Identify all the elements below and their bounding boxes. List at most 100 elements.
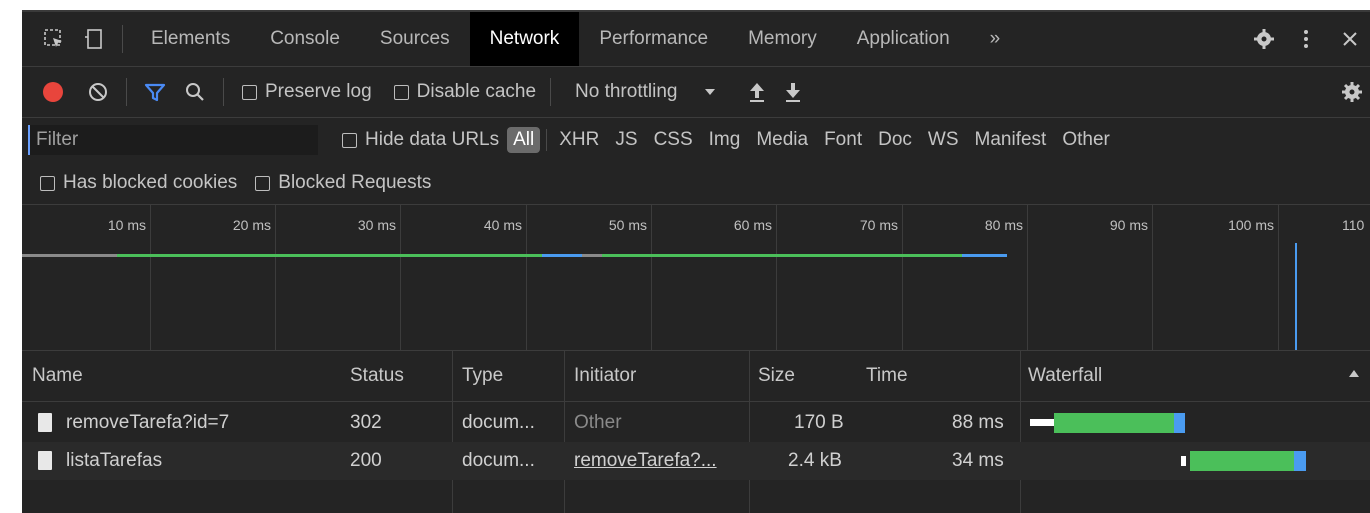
overview-bar-download-1 (542, 254, 582, 257)
timeline-tick: 10 ms (107, 217, 146, 233)
request-table: Name Status Type Initiator Size Time Wat… (22, 351, 1370, 513)
search-icon[interactable] (175, 81, 215, 103)
record-button[interactable] (38, 81, 68, 103)
blocked-requests-label: Blocked Requests (278, 172, 432, 193)
type-filter-js[interactable]: JS (609, 127, 643, 153)
type-filter-media[interactable]: Media (750, 127, 814, 153)
type-filter-all[interactable]: All (507, 127, 541, 153)
timeline-tick: 60 ms (733, 217, 772, 233)
network-settings-gear-icon[interactable] (1334, 81, 1370, 103)
timeline-tick: 40 ms (483, 217, 522, 233)
devtools-tabbar: Elements Console Sources Network Perform… (22, 12, 1370, 67)
hide-data-urls-label: Hide data URLs (365, 129, 500, 150)
inspect-element-icon[interactable] (34, 28, 74, 50)
document-icon (38, 451, 52, 470)
row-name: listaTarefas (66, 450, 163, 471)
sort-ascending-icon[interactable] (1348, 368, 1360, 378)
timeline-overview[interactable]: 10 ms 20 ms 30 ms 40 ms 50 ms 60 ms 70 m… (22, 205, 1370, 351)
tab-memory[interactable]: Memory (728, 12, 837, 66)
import-har-icon[interactable] (739, 81, 775, 103)
kebab-menu-icon[interactable] (1282, 28, 1330, 50)
overview-bar-request-2 (602, 254, 962, 257)
waterfall-download-bar (1174, 413, 1185, 433)
timeline-tick: 90 ms (1109, 217, 1148, 233)
export-har-icon[interactable] (775, 81, 811, 103)
tab-sources[interactable]: Sources (360, 12, 470, 66)
tab-elements[interactable]: Elements (131, 12, 250, 66)
timeline-gridline (400, 205, 401, 350)
waterfall-queue-bar (1181, 456, 1186, 466)
type-filter-font[interactable]: Font (818, 127, 868, 153)
timeline-gridline (651, 205, 652, 350)
waterfall-ttfb-bar (1054, 413, 1174, 433)
devtools-panel: Elements Console Sources Network Perform… (22, 10, 1370, 513)
row-initiator-link[interactable]: removeTarefa?... (574, 450, 717, 472)
throttling-select[interactable]: No throttling (575, 81, 677, 103)
cookie-filter-bar: Has blocked cookies Blocked Requests (22, 162, 1370, 205)
timeline-tick: 110 (1342, 217, 1365, 233)
filter-input[interactable] (28, 125, 318, 155)
row-time: 34 ms (952, 450, 1004, 471)
tab-list: Elements Console Sources Network Perform… (131, 12, 1020, 66)
row-size: 2.4 kB (788, 450, 842, 471)
type-separator (546, 129, 548, 151)
column-header-initiator[interactable]: Initiator (574, 365, 636, 387)
blocked-requests-checkbox[interactable] (255, 175, 271, 191)
type-filter-img[interactable]: Img (703, 127, 747, 153)
tab-performance[interactable]: Performance (579, 12, 728, 66)
timeline-gridline (1027, 205, 1028, 350)
waterfall-download-bar (1294, 451, 1306, 471)
toolbar-separator (126, 78, 127, 106)
chevron-down-icon[interactable] (695, 88, 725, 96)
preserve-log-label: Preserve log (265, 81, 372, 102)
network-toolbar: Preserve log Disable cache No throttling (22, 67, 1370, 118)
tab-console[interactable]: Console (250, 12, 360, 66)
tab-network[interactable]: Network (469, 12, 580, 66)
type-filter-manifest[interactable]: Manifest (969, 127, 1053, 153)
type-filter-css[interactable]: CSS (648, 127, 699, 153)
overview-bar-request-1 (117, 254, 542, 257)
type-filter-xhr[interactable]: XHR (553, 127, 605, 153)
type-filter-ws[interactable]: WS (922, 127, 965, 153)
timeline-gridline (902, 205, 903, 350)
timeline-gridline (776, 205, 777, 350)
column-header-size[interactable]: Size (758, 365, 795, 387)
tab-application[interactable]: Application (837, 12, 970, 66)
disable-cache-checkbox[interactable] (393, 84, 409, 100)
table-row[interactable]: listaTarefas 200 docum... removeTarefa?.… (22, 442, 1370, 480)
preserve-log-checkbox[interactable] (242, 84, 257, 100)
hide-data-urls-checkbox[interactable] (342, 132, 357, 148)
settings-gear-icon[interactable] (1246, 28, 1282, 50)
timeline-tick: 50 ms (608, 217, 647, 233)
timeline-tick: 80 ms (984, 217, 1023, 233)
column-header-waterfall[interactable]: Waterfall (1028, 365, 1102, 387)
timeline-tick: 70 ms (859, 217, 898, 233)
toolbar-separator-2 (223, 78, 224, 106)
clear-icon[interactable] (78, 81, 118, 103)
row-status: 200 (350, 450, 382, 471)
waterfall-ttfb-bar (1190, 451, 1294, 471)
filter-bar: Hide data URLs All XHR JS CSS Img Media … (22, 118, 1370, 162)
filter-funnel-icon[interactable] (135, 81, 175, 103)
timeline-gridline (1278, 205, 1279, 350)
toolbar-separator-3 (550, 78, 552, 106)
column-header-name[interactable]: Name (32, 365, 83, 387)
device-toolbar-icon[interactable] (74, 28, 114, 50)
column-header-type[interactable]: Type (462, 365, 503, 387)
overview-bar-waiting-2 (582, 254, 602, 257)
more-tabs-button[interactable]: » (970, 12, 1021, 66)
table-header: Name Status Type Initiator Size Time Wat… (22, 351, 1370, 402)
timeline-tick: 30 ms (357, 217, 396, 233)
timeline-gridline (150, 205, 151, 350)
column-header-time[interactable]: Time (866, 365, 908, 387)
column-header-status[interactable]: Status (350, 365, 404, 387)
close-icon[interactable] (1330, 30, 1370, 48)
tabbar-separator (122, 25, 123, 53)
timeline-gridline (275, 205, 276, 350)
blocked-cookies-checkbox[interactable] (40, 175, 55, 191)
row-type: docum... (462, 412, 535, 433)
table-row[interactable]: removeTarefa?id=7 302 docum... Other 170… (22, 404, 1370, 442)
type-filter-other[interactable]: Other (1056, 127, 1116, 153)
row-name: removeTarefa?id=7 (66, 412, 230, 433)
type-filter-doc[interactable]: Doc (872, 127, 918, 153)
